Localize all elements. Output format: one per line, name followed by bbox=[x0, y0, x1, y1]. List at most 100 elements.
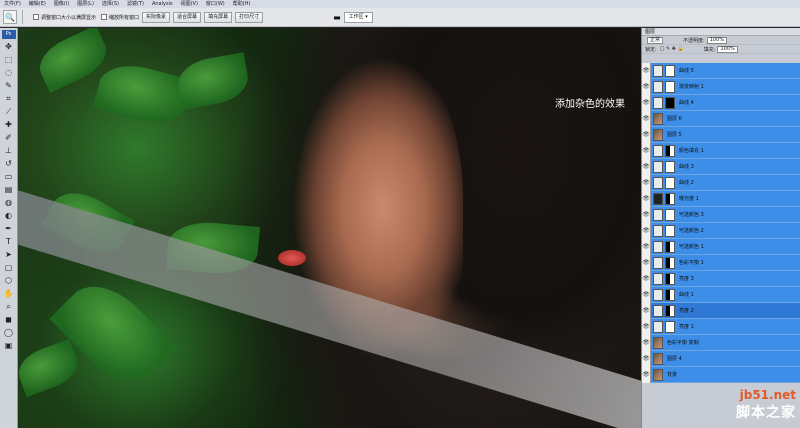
layer-row[interactable]: 👁 颜色填充 1 bbox=[642, 142, 800, 159]
layer-row[interactable]: 👁 亮度 3 bbox=[642, 270, 800, 287]
layer-row[interactable]: 👁 图层 5 bbox=[642, 126, 800, 143]
eyedropper-tool-icon[interactable]: ⟋ bbox=[3, 106, 15, 118]
visibility-eye-icon[interactable]: 👁 bbox=[642, 158, 651, 175]
visibility-eye-icon[interactable]: 👁 bbox=[642, 254, 651, 271]
visibility-eye-icon[interactable]: 👁 bbox=[642, 334, 651, 351]
menu-edit[interactable]: 编辑(E) bbox=[25, 0, 50, 8]
zoom-tool-icon[interactable]: 🔍 bbox=[3, 10, 17, 24]
visibility-eye-icon[interactable]: 👁 bbox=[642, 222, 651, 239]
layer-mask-thumbnail[interactable] bbox=[665, 320, 675, 333]
visibility-eye-icon[interactable]: 👁 bbox=[642, 110, 651, 127]
brush-tool-icon[interactable]: ✐ bbox=[3, 132, 15, 144]
3d-tool-icon[interactable]: ⬡ bbox=[3, 275, 15, 287]
menu-layer[interactable]: 图层(L) bbox=[73, 0, 98, 8]
layer-row[interactable]: 👁 色彩平衡 复制 bbox=[642, 334, 800, 351]
quick-mask-icon[interactable]: ◯ bbox=[3, 327, 15, 339]
dodge-tool-icon[interactable]: ◐ bbox=[3, 210, 15, 222]
fill-screen-button[interactable]: 填充屏幕 bbox=[204, 11, 233, 23]
layer-mask-thumbnail[interactable] bbox=[665, 160, 675, 173]
shape-tool-icon[interactable]: ▢ bbox=[3, 262, 15, 274]
tab-layers[interactable]: 图层 bbox=[642, 28, 800, 36]
crop-tool-icon[interactable]: ⌗ bbox=[3, 93, 15, 105]
visibility-eye-icon[interactable]: 👁 bbox=[642, 206, 651, 223]
layer-mask-thumbnail[interactable] bbox=[665, 224, 675, 237]
menu-window[interactable]: 窗口(W) bbox=[202, 0, 229, 8]
layer-row[interactable]: 👁 亮度 2 bbox=[642, 302, 800, 319]
layer-mask-thumbnail[interactable] bbox=[665, 192, 675, 205]
visibility-eye-icon[interactable]: 👁 bbox=[642, 142, 651, 159]
lasso-tool-icon[interactable]: ◌ bbox=[3, 67, 15, 79]
layer-row[interactable]: 👁 曲线 2 bbox=[642, 174, 800, 191]
visibility-eye-icon[interactable]: 👁 bbox=[642, 302, 651, 319]
blur-tool-icon[interactable]: ◍ bbox=[3, 197, 15, 209]
layer-row[interactable]: 👁 图层 6 bbox=[642, 110, 800, 127]
layer-mask-thumbnail[interactable] bbox=[665, 96, 675, 109]
blend-mode-select[interactable]: 正常 bbox=[647, 36, 664, 44]
visibility-eye-icon[interactable]: 👁 bbox=[642, 286, 651, 303]
actual-pixels-button[interactable]: 实际像素 bbox=[142, 11, 171, 23]
layer-row[interactable]: 👁 渐变映射 1 bbox=[642, 78, 800, 95]
layer-row[interactable]: 👁 图层 4 bbox=[642, 350, 800, 367]
visibility-eye-icon[interactable]: 👁 bbox=[642, 190, 651, 207]
hand-tool-icon[interactable]: ✋ bbox=[3, 288, 15, 300]
layer-mask-thumbnail[interactable] bbox=[665, 272, 675, 285]
lock-icons[interactable]: □ ✎ ✥ 🔒 bbox=[660, 46, 684, 52]
layer-mask-thumbnail[interactable] bbox=[665, 64, 675, 77]
layer-mask-thumbnail[interactable] bbox=[665, 288, 675, 301]
visibility-eye-icon[interactable]: 👁 bbox=[642, 94, 651, 111]
menu-analysis[interactable]: Analysis bbox=[148, 0, 177, 8]
move-tool-icon[interactable]: ✥ bbox=[3, 41, 15, 53]
screen-mode-icon[interactable]: ▣ bbox=[3, 340, 15, 352]
layer-mask-thumbnail[interactable] bbox=[665, 144, 675, 157]
layer-mask-thumbnail[interactable] bbox=[665, 256, 675, 269]
menu-image[interactable]: 图像(I) bbox=[50, 0, 73, 8]
layer-row[interactable]: 👁 可选颜色 1 bbox=[642, 238, 800, 255]
layer-mask-thumbnail[interactable] bbox=[665, 176, 675, 189]
visibility-eye-icon[interactable]: 👁 bbox=[642, 350, 651, 367]
visibility-eye-icon[interactable]: 👁 bbox=[642, 366, 651, 383]
layer-row[interactable]: 👁 可选颜色 2 bbox=[642, 222, 800, 239]
menu-file[interactable]: 文件(F) bbox=[0, 0, 25, 8]
quick-select-tool-icon[interactable]: ✎ bbox=[3, 80, 15, 92]
layer-mask-thumbnail[interactable] bbox=[665, 304, 675, 317]
menu-filter[interactable]: 滤镜(T) bbox=[123, 0, 148, 8]
marquee-tool-icon[interactable]: ⬚ bbox=[3, 54, 15, 66]
healing-tool-icon[interactable]: ✚ bbox=[3, 119, 15, 131]
gradient-tool-icon[interactable]: ▤ bbox=[3, 184, 15, 196]
opacity-field[interactable]: 100% bbox=[706, 36, 727, 44]
fill-field[interactable]: 100% bbox=[717, 45, 738, 53]
layer-row[interactable]: 👁 曲线 3 bbox=[642, 158, 800, 175]
layer-row[interactable]: 👁 可选颜色 3 bbox=[642, 206, 800, 223]
color-swatch-icon[interactable]: ◼ bbox=[3, 314, 15, 326]
eraser-tool-icon[interactable]: ▭ bbox=[3, 171, 15, 183]
layer-row[interactable]: 👁 曲线 4 bbox=[642, 94, 800, 111]
layer-row[interactable]: 👁 亮度 1 bbox=[642, 318, 800, 335]
layer-row[interactable]: 👁 曲线 5 bbox=[642, 63, 800, 79]
pen-tool-icon[interactable]: ✒ bbox=[3, 223, 15, 235]
layer-row[interactable]: 👁 曲线 1 bbox=[642, 286, 800, 303]
print-size-button[interactable]: 打印尺寸 bbox=[235, 11, 264, 23]
visibility-eye-icon[interactable]: 👁 bbox=[642, 238, 651, 255]
path-select-tool-icon[interactable]: ➤ bbox=[3, 249, 15, 261]
fit-screen-button[interactable]: 适合屏幕 bbox=[173, 11, 202, 23]
type-tool-icon[interactable]: T bbox=[3, 236, 15, 248]
menu-select[interactable]: 选择(S) bbox=[98, 0, 123, 8]
visibility-eye-icon[interactable]: 👁 bbox=[642, 174, 651, 191]
document-canvas[interactable]: 添加杂色的效果 bbox=[18, 28, 641, 428]
layer-mask-thumbnail[interactable] bbox=[665, 240, 675, 253]
layer-row[interactable]: 👁 曝光度 1 bbox=[642, 190, 800, 207]
zoom-tool-icon[interactable]: ⌕ bbox=[3, 301, 15, 313]
workspace-dropdown[interactable]: 工作区 ▾ bbox=[343, 11, 373, 23]
visibility-eye-icon[interactable]: 👁 bbox=[642, 78, 651, 95]
visibility-eye-icon[interactable]: 👁 bbox=[642, 126, 651, 143]
menu-view[interactable]: 视图(V) bbox=[177, 0, 202, 8]
visibility-eye-icon[interactable]: 👁 bbox=[642, 270, 651, 287]
stamp-tool-icon[interactable]: ⊥ bbox=[3, 145, 15, 157]
history-brush-tool-icon[interactable]: ↺ bbox=[3, 158, 15, 170]
visibility-eye-icon[interactable]: 👁 bbox=[642, 63, 651, 79]
resize-windows-checkbox[interactable]: 调整窗口大小以满屏显示 bbox=[33, 14, 96, 21]
menu-help[interactable]: 帮助(H) bbox=[229, 0, 255, 8]
visibility-eye-icon[interactable]: 👁 bbox=[642, 318, 651, 335]
layer-row[interactable]: 👁 色彩平衡 1 bbox=[642, 254, 800, 271]
layer-mask-thumbnail[interactable] bbox=[665, 80, 675, 93]
